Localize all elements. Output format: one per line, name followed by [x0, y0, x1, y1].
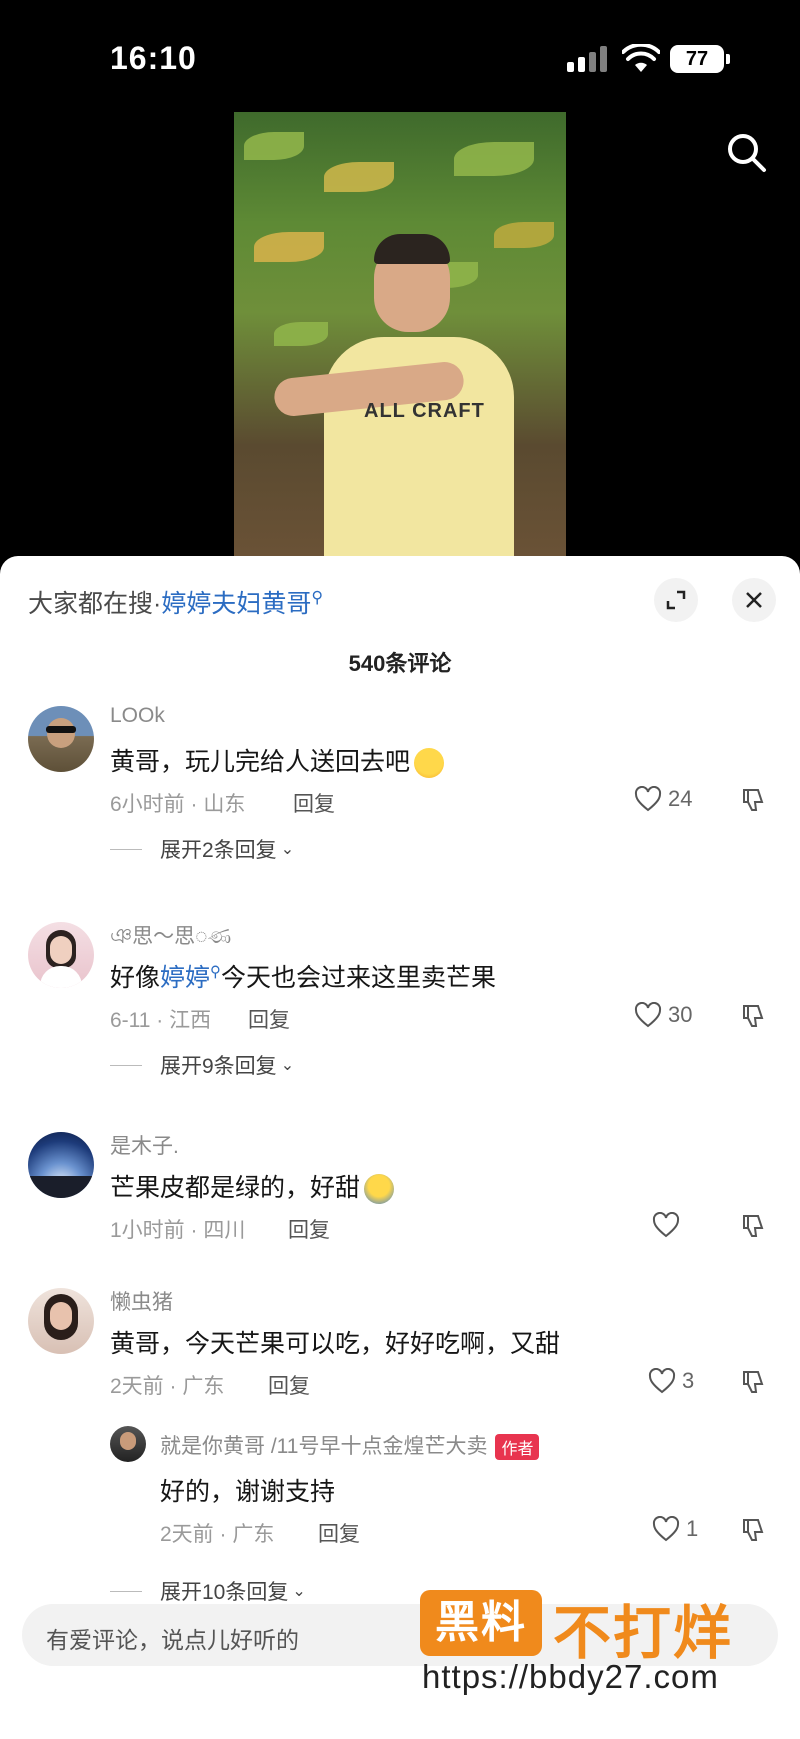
like-button[interactable]: 1	[652, 1516, 698, 1542]
avatar[interactable]	[28, 1132, 94, 1198]
reply-meta: 2天前 · 广东	[160, 1523, 275, 1546]
avatar[interactable]	[28, 1288, 94, 1354]
heart-icon	[634, 1002, 662, 1028]
laughing-emoji-icon	[414, 748, 445, 779]
heart-icon	[652, 1516, 680, 1542]
search-link[interactable]: 婷婷⚲	[160, 964, 221, 992]
comment-meta: 6小时前 · 山东	[110, 793, 246, 816]
avatar[interactable]	[28, 922, 94, 988]
like-count: 1	[686, 1516, 699, 1541]
heart-icon	[648, 1368, 676, 1394]
comment-username[interactable]: 是木子.	[110, 1130, 179, 1160]
comment-username[interactable]: ঞ思～思◌ණ	[110, 920, 231, 955]
comment-username[interactable]: LOOk	[110, 704, 165, 728]
reply-button[interactable]: 回复	[293, 788, 335, 818]
status-bar: 16:10 77	[0, 0, 800, 110]
like-button[interactable]: 3	[648, 1368, 694, 1394]
trending-search[interactable]: 大家都在搜·婷婷夫妇黄哥⚲	[28, 584, 323, 620]
search-icon: ⚲	[311, 589, 324, 607]
reply-username[interactable]: 就是你黄哥 /11号早十点金煌芒大卖 作者	[160, 1430, 540, 1461]
reply-button[interactable]: 回复	[288, 1214, 330, 1244]
reply-text: 好的，谢谢支持	[160, 1478, 336, 1506]
shirt-print: ALL CRAFT	[364, 400, 485, 422]
trending-term[interactable]: 婷婷夫妇黄哥⚲	[161, 590, 323, 618]
search-icon: ⚲	[210, 963, 222, 981]
comment-item: 懒虫猪 黄哥，今天芒果可以吃，好好吃啊，又甜 2天前 · 广东 回复 3 就是你…	[0, 1288, 800, 1608]
dislike-icon[interactable]	[740, 1368, 768, 1396]
watermark-url: https://bbdy27.com	[422, 1658, 719, 1695]
heart-icon	[634, 786, 662, 812]
expand-icon	[666, 590, 686, 610]
comments-sheet: 大家都在搜·婷婷夫妇黄哥⚲ 540条评论 LOOk 黄哥，玩儿完给人送回去吧 6…	[0, 556, 800, 1739]
like-button[interactable]: 30	[634, 1002, 692, 1028]
status-time: 16:10	[110, 40, 197, 76]
watermark-logo: 黑料	[420, 1590, 542, 1656]
battery-indicator: 77	[670, 45, 730, 73]
reply-avatar[interactable]	[110, 1426, 146, 1462]
like-button[interactable]: 24	[634, 786, 692, 812]
expand-replies-button[interactable]: 展开9条回复 ⌄	[110, 1050, 294, 1080]
comment-item: 是木子. 芒果皮都是绿的，好甜 1小时前 · 四川 回复	[0, 1132, 800, 1252]
expand-replies-button[interactable]: 展开10条回复 ⌄	[110, 1576, 306, 1606]
wifi-icon	[622, 44, 660, 72]
heart-icon	[652, 1212, 680, 1238]
comment-count: 540条评论	[348, 651, 452, 676]
dislike-icon[interactable]	[740, 1002, 768, 1030]
search-icon[interactable]	[724, 130, 768, 174]
avatar[interactable]	[28, 706, 94, 772]
cellular-signal-icon	[567, 46, 609, 72]
reply-button[interactable]: 回复	[248, 1004, 290, 1034]
comment-meta: 6-11 · 江西	[110, 1009, 212, 1032]
like-button[interactable]	[652, 1212, 686, 1238]
author-badge: 作者	[495, 1434, 540, 1461]
comment-text: 黄哥，今天芒果可以吃，好好吃啊，又甜	[110, 1330, 561, 1358]
dislike-icon[interactable]	[740, 1212, 768, 1240]
reply-button[interactable]: 回复	[268, 1370, 310, 1400]
comment-input-placeholder: 有爱评论，说点儿好听的	[46, 1627, 299, 1653]
like-count: 30	[668, 1002, 693, 1027]
comment-item: LOOk 黄哥，玩儿完给人送回去吧 6小时前 · 山东 回复 24 展开2条回复…	[0, 704, 800, 866]
comment-username[interactable]: 懒虫猪	[110, 1286, 173, 1316]
author-reply: 就是你黄哥 /11号早十点金煌芒大卖 作者 好的，谢谢支持 2天前 · 广东 回复…	[0, 1426, 800, 1576]
comment-item: ঞ思～思◌ණ 好像婷婷⚲今天也会过来这里卖芒果 6-11 · 江西 回复 30 …	[0, 920, 800, 1078]
dislike-icon[interactable]	[740, 786, 768, 814]
close-button[interactable]	[732, 578, 776, 622]
expand-sheet-button[interactable]	[654, 578, 698, 622]
expand-replies-button[interactable]: 展开2条回复 ⌄	[110, 834, 294, 864]
dislike-icon[interactable]	[740, 1516, 768, 1544]
video-player[interactable]: ALL CRAFT	[234, 112, 566, 557]
like-count: 3	[682, 1368, 695, 1393]
comment-meta: 2天前 · 广东	[110, 1375, 225, 1398]
like-count: 24	[668, 786, 693, 811]
comment-text: 黄哥，玩儿完给人送回去吧	[110, 742, 445, 779]
trending-label: 大家都在搜·	[28, 590, 162, 618]
close-icon	[746, 592, 762, 608]
drooling-emoji-icon	[364, 1174, 395, 1205]
comment-meta: 1小时前 · 四川	[110, 1219, 246, 1242]
comment-text: 好像婷婷⚲今天也会过来这里卖芒果	[110, 963, 497, 992]
comment-text: 芒果皮都是绿的，好甜	[110, 1168, 395, 1205]
reply-button[interactable]: 回复	[318, 1518, 360, 1548]
